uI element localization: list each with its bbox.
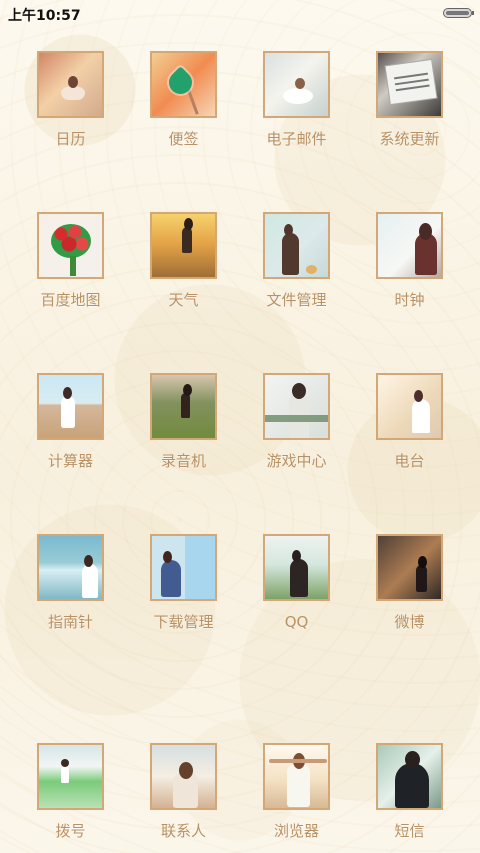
app-recorder[interactable]: 录音机 xyxy=(150,373,217,470)
dock-contacts[interactable]: 联系人 xyxy=(150,743,217,840)
app-weibo[interactable]: 微博 xyxy=(376,534,443,631)
app-label-radio: 电台 xyxy=(394,452,425,470)
clock-icon xyxy=(376,212,443,279)
dock-label-sms: 短信 xyxy=(394,822,425,840)
system-update-icon xyxy=(376,51,443,118)
dock-label-browser: 浏览器 xyxy=(273,822,319,840)
dock-label-contacts: 联系人 xyxy=(160,822,206,840)
app-system-update[interactable]: 系统更新 xyxy=(376,51,443,148)
app-radio[interactable]: 电台 xyxy=(376,373,443,470)
sms-icon xyxy=(376,743,443,810)
app-baidu-map[interactable]: 百度地图 xyxy=(37,212,104,309)
email-icon xyxy=(263,51,330,118)
app-notes[interactable]: 便签 xyxy=(150,51,217,148)
app-grid: 日历 便签 电子邮件 系统更新 百度地图 天气 文件管理 时钟 计算器 录音机 … xyxy=(37,51,443,631)
app-qq[interactable]: QQ xyxy=(263,534,330,631)
dialer-icon xyxy=(37,743,104,810)
app-label-download-manager: 下载管理 xyxy=(153,613,214,631)
app-download-manager[interactable]: 下载管理 xyxy=(150,534,217,631)
app-label-baidu-map: 百度地图 xyxy=(40,291,101,309)
app-label-compass: 指南针 xyxy=(47,613,93,631)
app-label-calculator: 计算器 xyxy=(47,452,93,470)
app-weather[interactable]: 天气 xyxy=(150,212,217,309)
app-label-game-center: 游戏中心 xyxy=(266,452,327,470)
download-manager-icon xyxy=(150,534,217,601)
weibo-icon xyxy=(376,534,443,601)
dock-label-dialer: 拨号 xyxy=(55,822,86,840)
dock: 拨号 联系人 浏览器 短信 xyxy=(37,743,443,840)
calculator-icon xyxy=(37,373,104,440)
app-calculator[interactable]: 计算器 xyxy=(37,373,104,470)
file-manager-icon xyxy=(263,212,330,279)
app-label-weather: 天气 xyxy=(168,291,199,309)
app-file-manager[interactable]: 文件管理 xyxy=(263,212,330,309)
app-label-system-update: 系统更新 xyxy=(379,130,440,148)
status-time: 上午10:57 xyxy=(8,8,81,24)
app-label-weibo: 微博 xyxy=(394,613,425,631)
radio-icon xyxy=(376,373,443,440)
browser-icon xyxy=(263,743,330,810)
calendar-icon xyxy=(37,51,104,118)
dock-dialer[interactable]: 拨号 xyxy=(37,743,104,840)
app-label-email: 电子邮件 xyxy=(266,130,327,148)
app-label-file-manager: 文件管理 xyxy=(266,291,327,309)
note-icon xyxy=(150,51,217,118)
app-label-calendar: 日历 xyxy=(55,130,86,148)
game-center-icon xyxy=(263,373,330,440)
weather-icon xyxy=(150,212,217,279)
qq-icon xyxy=(263,534,330,601)
recorder-icon xyxy=(150,373,217,440)
app-label-notes: 便签 xyxy=(168,130,199,148)
app-calendar[interactable]: 日历 xyxy=(37,51,104,148)
dock-browser[interactable]: 浏览器 xyxy=(263,743,330,840)
app-label-clock: 时钟 xyxy=(394,291,425,309)
battery-icon xyxy=(443,8,474,18)
app-email[interactable]: 电子邮件 xyxy=(263,51,330,148)
contacts-icon xyxy=(150,743,217,810)
app-clock[interactable]: 时钟 xyxy=(376,212,443,309)
app-compass[interactable]: 指南针 xyxy=(37,534,104,631)
status-bar: 上午10:57 xyxy=(0,0,480,28)
app-label-qq: QQ xyxy=(284,613,309,631)
app-game-center[interactable]: 游戏中心 xyxy=(263,373,330,470)
app-label-recorder: 录音机 xyxy=(160,452,206,470)
dock-sms[interactable]: 短信 xyxy=(376,743,443,840)
compass-icon xyxy=(37,534,104,601)
baidu-map-icon xyxy=(37,212,104,279)
